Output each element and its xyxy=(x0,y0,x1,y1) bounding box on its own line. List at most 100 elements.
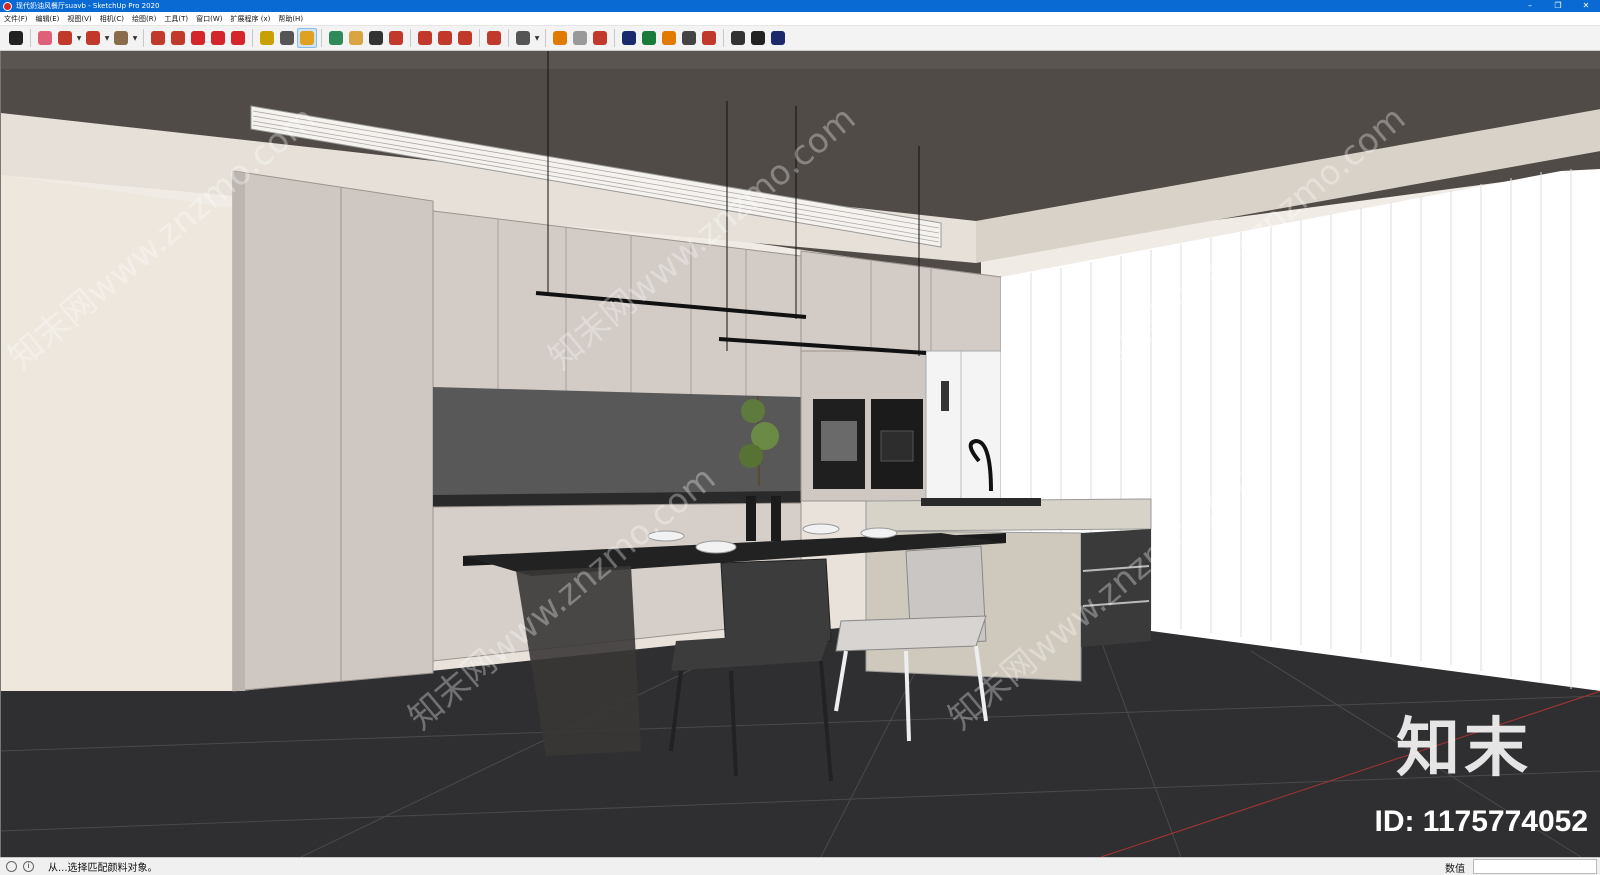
title-bar: 现代奶油风餐厅suavb - SketchUp Pro 2020 – ❐ ✕ xyxy=(0,0,1600,12)
info-icon xyxy=(771,31,785,45)
add-tool-button[interactable] xyxy=(619,28,639,48)
model-viewport[interactable]: 知末网www.znzmo.com 知末网www.znzmo.com 知末网www… xyxy=(0,51,1600,857)
extension-warehouse-tool-button[interactable] xyxy=(435,28,455,48)
mail-tool-button[interactable] xyxy=(748,28,768,48)
info-tool-button[interactable] xyxy=(768,28,788,48)
stairs-icon xyxy=(662,31,676,45)
arc-tool-button[interactable] xyxy=(83,28,103,48)
toolbar-separator xyxy=(545,29,546,47)
menu-view[interactable]: 视图(V) xyxy=(63,12,95,25)
toolbar-separator xyxy=(723,29,724,47)
select-icon xyxy=(9,31,23,45)
measurements-input[interactable] xyxy=(1473,859,1597,874)
menu-file[interactable]: 文件(F) xyxy=(0,12,32,25)
toolbar-separator xyxy=(614,29,615,47)
text-icon xyxy=(280,31,294,45)
toolbar-separator xyxy=(252,29,253,47)
zoom-icon xyxy=(369,31,383,45)
menu-edit[interactable]: 编辑(E) xyxy=(32,12,64,25)
measurements-label: 数值 xyxy=(1445,864,1465,875)
orbit-tool-button[interactable] xyxy=(326,28,346,48)
layers-icon xyxy=(593,31,607,45)
menu-camera[interactable]: 相机(C) xyxy=(96,12,128,25)
close-button[interactable]: ✕ xyxy=(1572,0,1600,12)
settings-icon xyxy=(731,31,745,45)
scale-icon xyxy=(231,31,245,45)
ruby-icon xyxy=(487,31,501,45)
extension-warehouse-icon xyxy=(438,31,452,45)
arc-icon xyxy=(86,31,100,45)
eraser-icon xyxy=(38,31,52,45)
plugin-a-tool-button[interactable] xyxy=(550,28,570,48)
menu-tools[interactable]: 工具(T) xyxy=(160,12,192,25)
credits-icon[interactable]: i xyxy=(23,861,34,872)
toolbar-separator xyxy=(321,29,322,47)
paint-bucket-tool-button[interactable] xyxy=(297,28,317,48)
layout-tool-button[interactable] xyxy=(455,28,475,48)
chevron-down-icon[interactable]: ▼ xyxy=(75,28,83,48)
geo-location-icon[interactable] xyxy=(6,861,17,872)
zoom-tool-button[interactable] xyxy=(366,28,386,48)
text-tool-button[interactable] xyxy=(277,28,297,48)
chevron-down-icon[interactable]: ▼ xyxy=(103,28,111,48)
pencil-icon xyxy=(58,31,72,45)
layers-tool-button[interactable] xyxy=(590,28,610,48)
rotate-tool-button[interactable] xyxy=(208,28,228,48)
tree-tool-button[interactable] xyxy=(639,28,659,48)
account-tool-button[interactable] xyxy=(513,28,533,48)
pan-icon xyxy=(349,31,363,45)
tape-measure-icon xyxy=(260,31,274,45)
plugin-a-icon xyxy=(553,31,567,45)
refresh-tool-button[interactable] xyxy=(570,28,590,48)
checker-tool-button[interactable] xyxy=(679,28,699,48)
brand-watermark: 知末 xyxy=(1396,711,1532,786)
paint-bucket-icon xyxy=(300,31,314,45)
account-icon xyxy=(516,31,530,45)
ruby-tool-button[interactable] xyxy=(484,28,504,48)
warehouse-tool-button[interactable] xyxy=(415,28,435,48)
eraser-tool-button[interactable] xyxy=(35,28,55,48)
pencil-tool-button[interactable] xyxy=(55,28,75,48)
cloud-icon xyxy=(702,31,716,45)
refresh-icon xyxy=(573,31,587,45)
toolbar-separator xyxy=(410,29,411,47)
select-tool-button[interactable] xyxy=(6,28,26,48)
move-icon xyxy=(191,31,205,45)
follow-me-icon xyxy=(171,31,185,45)
scale-tool-button[interactable] xyxy=(228,28,248,48)
tall-cabinets xyxy=(232,170,434,692)
add-icon xyxy=(622,31,636,45)
menu-draw[interactable]: 绘图(R) xyxy=(128,12,160,25)
status-message: 从...选择匹配颜料对象。 xyxy=(48,863,158,874)
warehouse-icon xyxy=(418,31,432,45)
status-bar: i 从...选择匹配颜料对象。 数值 xyxy=(0,857,1600,875)
chevron-down-icon[interactable]: ▼ xyxy=(131,28,139,48)
tape-measure-tool-button[interactable] xyxy=(257,28,277,48)
rotate-icon xyxy=(211,31,225,45)
window-controls: – ❐ ✕ xyxy=(1516,0,1600,12)
menu-extensions[interactable]: 扩展程序 (x) xyxy=(226,12,274,25)
follow-me-tool-button[interactable] xyxy=(168,28,188,48)
menu-help[interactable]: 帮助(H) xyxy=(274,12,307,25)
zoom-extents-tool-button[interactable] xyxy=(386,28,406,48)
settings-tool-button[interactable] xyxy=(728,28,748,48)
menu-bar: 文件(F) 编辑(E) 视图(V) 相机(C) 绘图(R) 工具(T) 窗口(W… xyxy=(0,12,1600,26)
stairs-tool-button[interactable] xyxy=(659,28,679,48)
shape-icon xyxy=(114,31,128,45)
sketchup-logo-icon xyxy=(3,1,12,11)
shape-tool-button[interactable] xyxy=(111,28,131,48)
scene-render: 知末网www.znzmo.com 知末网www.znzmo.com 知末网www… xyxy=(1,51,1600,857)
cloud-tool-button[interactable] xyxy=(699,28,719,48)
chevron-down-icon[interactable]: ▼ xyxy=(533,28,541,48)
menu-window[interactable]: 窗口(W) xyxy=(192,12,226,25)
maximize-button[interactable]: ❐ xyxy=(1544,0,1572,12)
toolbar-separator xyxy=(508,29,509,47)
push-pull-tool-button[interactable] xyxy=(148,28,168,48)
move-tool-button[interactable] xyxy=(188,28,208,48)
minimize-button[interactable]: – xyxy=(1516,0,1544,12)
mail-icon xyxy=(751,31,765,45)
toolbar-separator xyxy=(479,29,480,47)
orbit-icon xyxy=(329,31,343,45)
checker-icon xyxy=(682,31,696,45)
pan-tool-button[interactable] xyxy=(346,28,366,48)
